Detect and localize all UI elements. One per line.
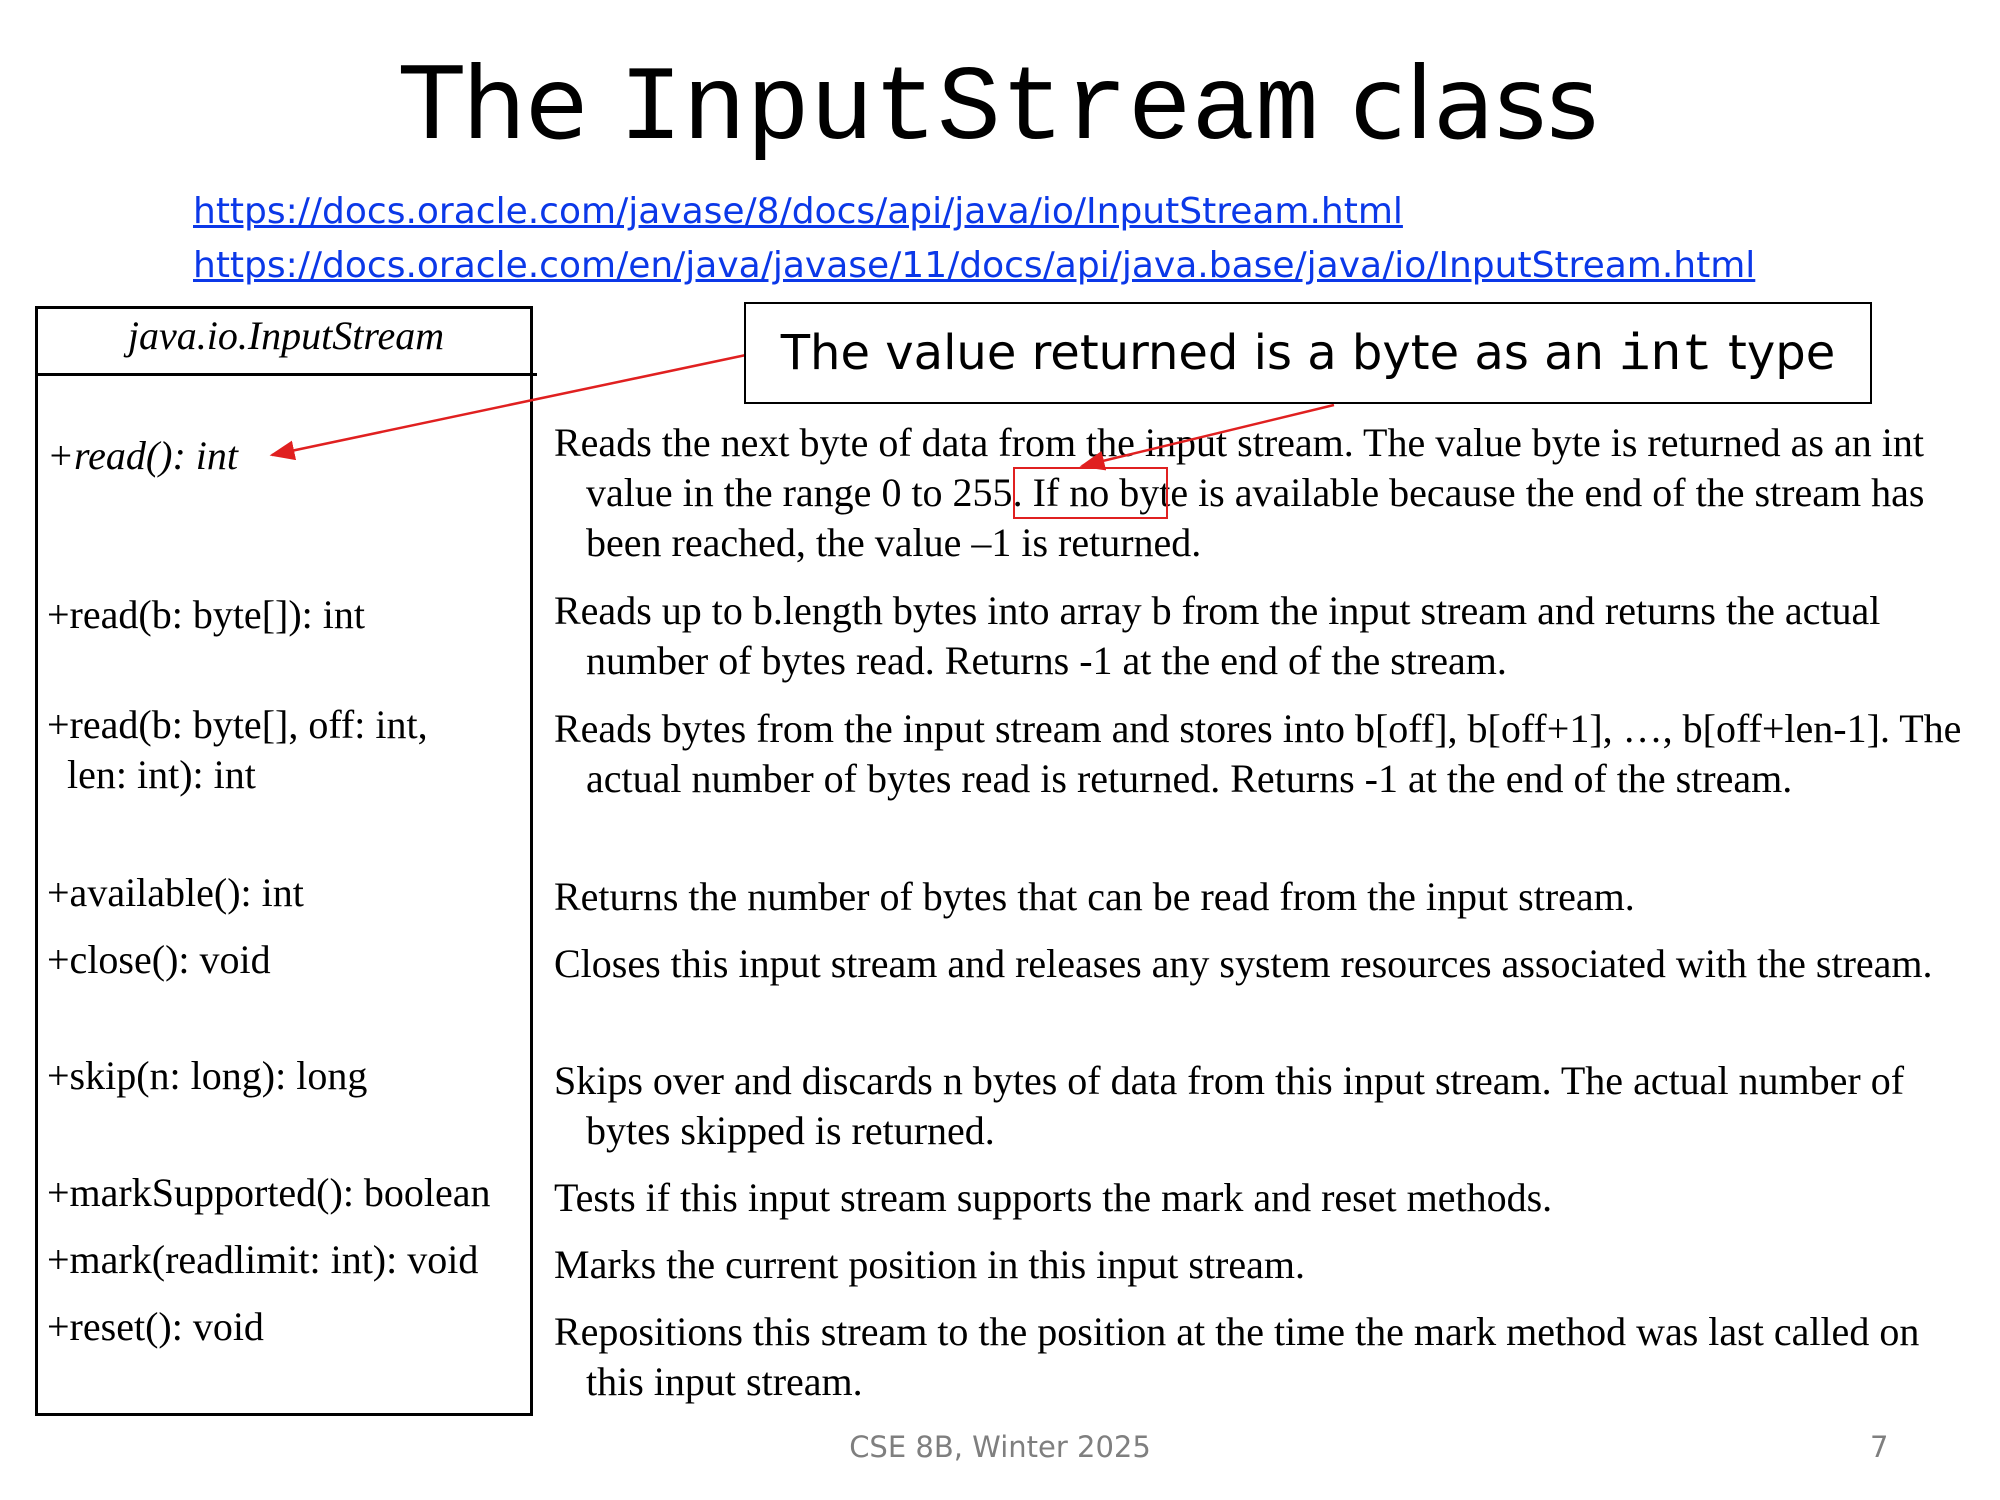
method-read-offset-cont: len: int): int xyxy=(67,752,256,797)
desc-read-offset: Reads bytes from the input stream and st… xyxy=(554,706,1962,801)
range-highlight-box xyxy=(1013,467,1168,519)
slide-number: 7 xyxy=(1870,1430,1889,1464)
callout-int-keyword: int xyxy=(1619,326,1713,385)
desc-mark: Marks the current position in this input… xyxy=(554,1242,1305,1287)
desc-available: Returns the number of bytes that can be … xyxy=(554,874,1635,919)
method-close: +close(): void xyxy=(47,937,271,982)
method-read: +read(): int xyxy=(47,433,239,478)
method-read-array: +read(b: byte[]): int xyxy=(47,592,365,637)
desc-read-range: 0 to 255 xyxy=(881,470,1013,515)
method-skip: +skip(n: long): long xyxy=(47,1053,368,1098)
desc-reset: Repositions this stream to the position … xyxy=(554,1309,1920,1404)
desc-skip: Skips over and discards n bytes of data … xyxy=(554,1058,1905,1153)
method-mark: +mark(readlimit: int): void xyxy=(47,1237,479,1282)
title-prefix: The xyxy=(401,45,620,162)
slide-title: The InputStream class xyxy=(0,44,2000,170)
method-available: +available(): int xyxy=(47,870,304,915)
title-suffix: class xyxy=(1318,45,1599,162)
desc-close: Closes this input stream and releases an… xyxy=(554,941,1933,986)
method-read-offset: +read(b: byte[], off: int, xyxy=(47,702,428,747)
method-reset: +reset(): void xyxy=(47,1304,264,1349)
callout-text-end: type xyxy=(1712,325,1836,381)
java8-docs-link[interactable]: https://docs.oracle.com/javase/8/docs/ap… xyxy=(193,190,1403,234)
java11-docs-link[interactable]: https://docs.oracle.com/en/java/javase/1… xyxy=(193,244,1755,288)
desc-read-array: Reads up to b.length bytes into array b … xyxy=(554,588,1881,683)
footer-course: CSE 8B, Winter 2025 xyxy=(849,1430,1151,1464)
method-mark-supported: +markSupported(): boolean xyxy=(47,1170,491,1215)
desc-mark-supported: Tests if this input stream supports the … xyxy=(554,1175,1553,1220)
desc-read: Reads the next byte of data from the inp… xyxy=(554,418,1974,568)
uml-class-name: java.io.InputStream xyxy=(35,306,537,376)
return-type-callout: The value returned is a byte as an int t… xyxy=(744,302,1872,404)
callout-text-start: The value returned is a byte as an xyxy=(780,325,1620,381)
title-class-name: InputStream xyxy=(619,50,1319,170)
